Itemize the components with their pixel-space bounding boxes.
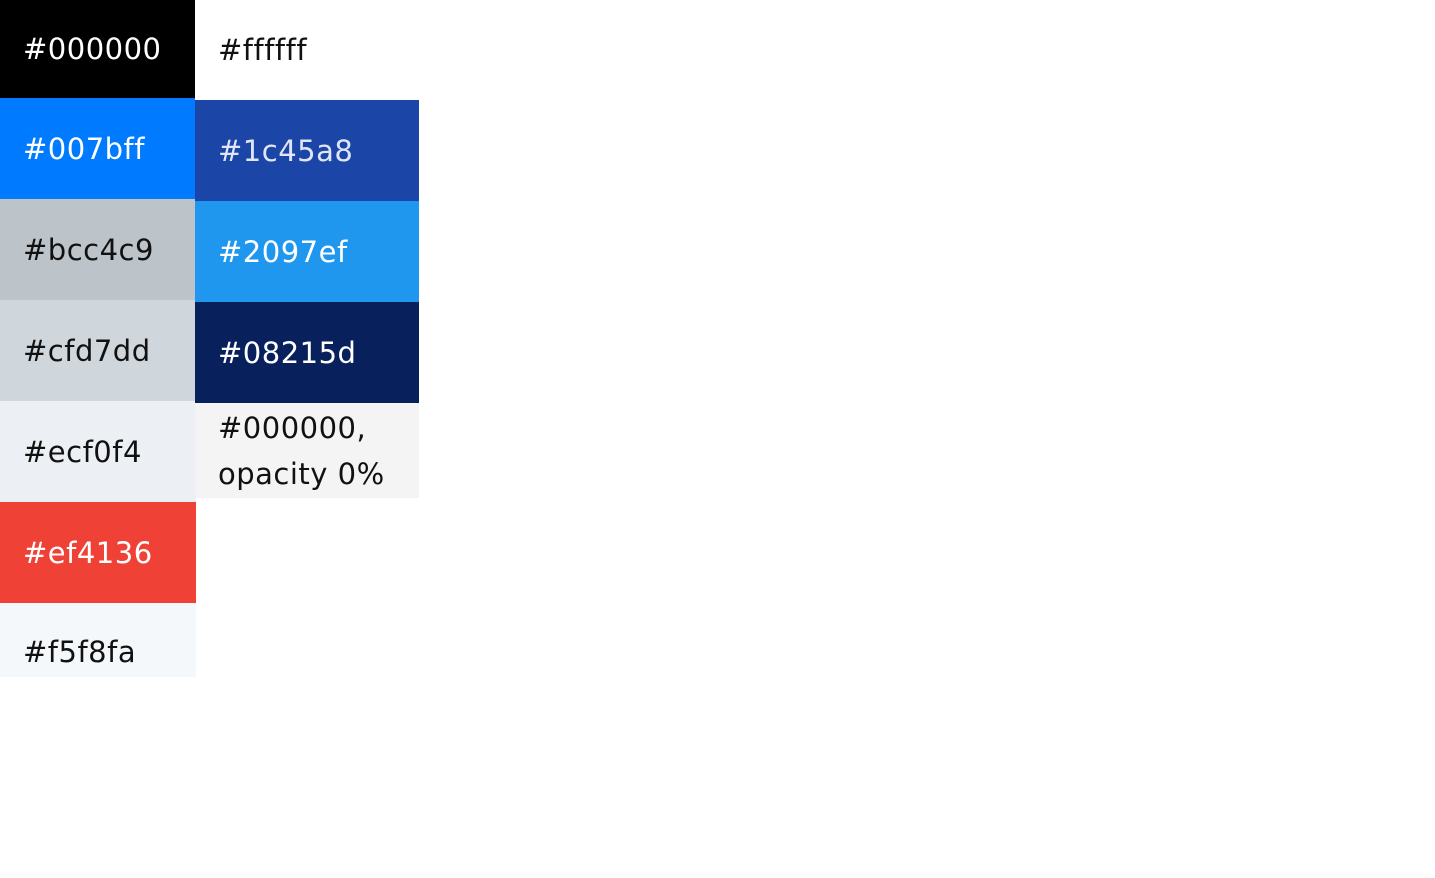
swatch-cfd7dd: #cfd7dd — [0, 300, 196, 401]
swatch-ef4136: #ef4136 — [0, 502, 196, 603]
swatch-007bff: #007bff — [0, 98, 196, 199]
swatch-f5f8fa: #f5f8fa — [0, 603, 196, 677]
swatch-label: #1c45a8 — [218, 133, 354, 168]
swatch-08215d: #08215d — [195, 302, 419, 403]
swatch-label: #f5f8fa — [23, 635, 137, 669]
swatch-label: #08215d — [218, 335, 357, 370]
swatch-label: #2097ef — [218, 234, 348, 269]
swatch-label: #007bff — [23, 131, 145, 166]
swatch-label: #cfd7dd — [23, 333, 151, 368]
swatch-label: #000000 — [23, 32, 162, 66]
swatch-ffffff: #ffffff — [195, 0, 419, 100]
swatch-label: #bcc4c9 — [23, 232, 154, 267]
swatch-000000: #000000 — [0, 0, 196, 98]
swatch-2097ef: #2097ef — [195, 201, 419, 302]
swatch-bcc4c9: #bcc4c9 — [0, 199, 196, 300]
swatch-ecf0f4: #ecf0f4 — [0, 401, 196, 502]
swatch-1c45a8: #1c45a8 — [195, 100, 419, 201]
swatch-label: #ffffff — [218, 33, 308, 67]
swatch-label: #000000, opacity 0% — [218, 410, 385, 491]
swatch-transparent: #000000, opacity 0% — [195, 403, 419, 498]
swatch-label: #ef4136 — [23, 535, 153, 570]
swatch-label: #ecf0f4 — [23, 434, 142, 469]
